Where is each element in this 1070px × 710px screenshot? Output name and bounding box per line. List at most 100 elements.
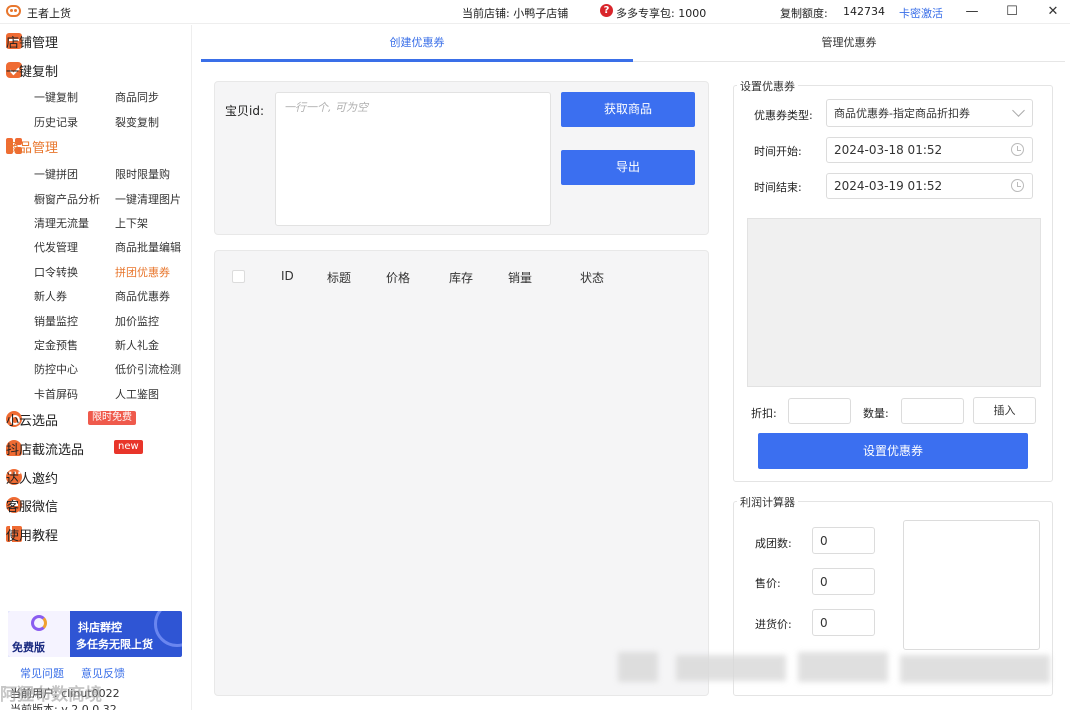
profit-result-box[interactable] bbox=[903, 520, 1040, 650]
coupon-type-select[interactable]: 商品优惠券-指定商品折扣券 bbox=[826, 99, 1033, 127]
package-info: 多多专享包: 1000 bbox=[616, 7, 707, 20]
blurred-region bbox=[900, 655, 1050, 683]
sidebar-item[interactable]: 防控中心 bbox=[34, 361, 78, 377]
sidebar-item[interactable]: 上下架 bbox=[115, 215, 148, 231]
insert-button[interactable]: 插入 bbox=[973, 397, 1036, 424]
activate-link[interactable]: 卡密激活 bbox=[899, 5, 943, 21]
quantity-input[interactable] bbox=[901, 398, 964, 424]
clock-icon bbox=[1011, 143, 1024, 156]
nav-tutorial[interactable]: 使用教程 bbox=[6, 523, 58, 545]
coupon-type-label: 优惠券类型: bbox=[754, 109, 813, 122]
app-name: 王者上货 bbox=[27, 7, 71, 20]
new-badge: new bbox=[114, 440, 143, 454]
nav-label: 店铺管理 bbox=[6, 35, 59, 51]
start-time-label: 时间开始: bbox=[754, 145, 802, 158]
sidebar-item[interactable]: 清理无流量 bbox=[34, 215, 89, 231]
limited-free-badge: 限时免费 bbox=[88, 411, 136, 425]
sidebar-item[interactable]: 定金预售 bbox=[34, 337, 78, 353]
fetch-products-button[interactable]: 获取商品 bbox=[561, 92, 695, 127]
sidebar-item[interactable]: 一键清理图片 bbox=[115, 191, 181, 207]
current-store: 当前店铺: 小鸭子店铺 bbox=[462, 7, 569, 20]
sidebar-item-group-coupon[interactable]: 拼团优惠券 bbox=[115, 264, 170, 280]
sidebar-item[interactable]: 销量监控 bbox=[34, 313, 78, 329]
select-all-checkbox[interactable] bbox=[232, 270, 245, 283]
nav-shop-intercept[interactable]: 抖店截流选品 bbox=[6, 437, 84, 459]
sidebar-item-product-sync[interactable]: 商品同步 bbox=[115, 89, 159, 105]
cost-price-label: 进货价: bbox=[755, 618, 792, 631]
quota-value: 142734 bbox=[843, 5, 885, 18]
column-header-price[interactable]: 价格 bbox=[386, 269, 410, 286]
sidebar-item-history[interactable]: 历史记录 bbox=[34, 114, 78, 130]
group-count-input[interactable]: 0 bbox=[812, 527, 875, 554]
feedback-link[interactable]: 意见反馈 bbox=[81, 665, 125, 681]
blurred-region bbox=[676, 655, 786, 681]
nav-label: 小云选品 bbox=[6, 413, 59, 429]
end-time-input[interactable]: 2024-03-19 01:52 bbox=[826, 173, 1033, 199]
banner-logo-area: 免费版 bbox=[8, 611, 70, 657]
close-button[interactable]: ✕ bbox=[1041, 2, 1065, 22]
maximize-button[interactable]: ☐ bbox=[1000, 2, 1024, 22]
group-count-label: 成团数: bbox=[755, 537, 792, 550]
sale-price-label: 售价: bbox=[755, 577, 781, 590]
nav-one-click-copy[interactable]: 一键复制 bbox=[6, 59, 58, 81]
tab-create-coupon[interactable]: 创建优惠券 bbox=[201, 25, 633, 61]
sidebar-item[interactable]: 新人券 bbox=[34, 288, 67, 304]
sidebar-item[interactable]: 代发管理 bbox=[34, 239, 78, 255]
banner-line2: 多任务无限上货 bbox=[76, 638, 153, 651]
quantity-label: 数量: bbox=[863, 407, 889, 420]
nav-store-management[interactable]: 店铺管理 bbox=[6, 30, 58, 52]
cost-price-input[interactable]: 0 bbox=[812, 609, 875, 636]
sidebar-item[interactable]: 加价监控 bbox=[115, 313, 159, 329]
minimize-button[interactable]: — bbox=[960, 2, 984, 22]
sidebar-item[interactable]: 低价引流检测 bbox=[115, 361, 181, 377]
clock-icon bbox=[1011, 179, 1024, 192]
nav-label: 抖店截流选品 bbox=[6, 442, 85, 458]
banner-decoration bbox=[154, 611, 182, 647]
tab-manage-coupon[interactable]: 管理优惠券 bbox=[633, 25, 1065, 61]
help-icon: ? bbox=[600, 4, 613, 17]
banner-edition: 免费版 bbox=[12, 641, 45, 654]
nav-cloud-select[interactable]: 小云选品 bbox=[6, 408, 58, 430]
sidebar-item[interactable]: 橱窗产品分析 bbox=[34, 191, 100, 207]
nav-label: 一键复制 bbox=[6, 64, 59, 80]
column-header-sales[interactable]: 销量 bbox=[508, 269, 532, 286]
nav-talent-invite[interactable]: 达人邀约 bbox=[6, 466, 58, 488]
item-id-label: 宝贝id: bbox=[225, 104, 264, 118]
sidebar-item[interactable]: 一键拼团 bbox=[34, 166, 78, 182]
column-header-id[interactable]: ID bbox=[281, 269, 294, 283]
nav-goods-management[interactable]: 商品管理 bbox=[6, 135, 58, 157]
nav-service-wechat[interactable]: 客服微信 bbox=[6, 494, 58, 516]
sidebar-item-one-click-copy[interactable]: 一键复制 bbox=[34, 89, 78, 105]
column-header-title[interactable]: 标题 bbox=[327, 269, 351, 286]
faq-link[interactable]: 常见问题 bbox=[20, 665, 64, 681]
sidebar-item[interactable]: 新人礼金 bbox=[115, 337, 159, 353]
watermark: 阿狸布数商境 bbox=[0, 685, 102, 705]
sidebar-item-fission-copy[interactable]: 裂变复制 bbox=[115, 114, 159, 130]
banner-line1: 抖店群控 bbox=[78, 621, 122, 634]
sidebar-item[interactable]: 口令转换 bbox=[34, 264, 78, 280]
sidebar-item[interactable]: 人工鉴图 bbox=[115, 386, 159, 402]
item-id-panel: 宝贝id: 一行一个, 可为空 获取商品 导出 bbox=[214, 81, 709, 235]
nav-label: 达人邀约 bbox=[6, 471, 59, 487]
coupon-list-box[interactable] bbox=[747, 218, 1041, 387]
profit-calculator-title: 利润计算器 bbox=[737, 494, 798, 510]
sidebar-item[interactable]: 限时限量购 bbox=[115, 166, 170, 182]
coupon-settings-title: 设置优惠券 bbox=[737, 78, 798, 94]
tab-active-indicator bbox=[201, 59, 633, 62]
quota-label: 复制额度: bbox=[780, 7, 828, 20]
column-header-stock[interactable]: 库存 bbox=[449, 269, 473, 286]
column-header-status[interactable]: 状态 bbox=[580, 269, 604, 286]
sidebar-item[interactable]: 商品优惠券 bbox=[115, 288, 170, 304]
promo-banner[interactable]: 免费版 抖店群控 多任务无限上货 bbox=[8, 611, 182, 657]
sidebar: 店铺管理 一键复制 一键复制 商品同步 历史记录 裂变复制 商品管理 一键拼团 … bbox=[0, 25, 192, 710]
sale-price-input[interactable]: 0 bbox=[812, 568, 875, 595]
sidebar-item[interactable]: 卡首屏码 bbox=[34, 386, 78, 402]
item-id-input[interactable]: 一行一个, 可为空 bbox=[275, 92, 551, 226]
discount-label: 折扣: bbox=[751, 407, 777, 420]
start-time-input[interactable]: 2024-03-18 01:52 bbox=[826, 137, 1033, 163]
discount-input[interactable] bbox=[788, 398, 851, 424]
nav-label: 客服微信 bbox=[6, 499, 59, 515]
export-button[interactable]: 导出 bbox=[561, 150, 695, 185]
sidebar-item[interactable]: 商品批量编辑 bbox=[115, 239, 181, 255]
set-coupon-button[interactable]: 设置优惠券 bbox=[758, 433, 1028, 469]
